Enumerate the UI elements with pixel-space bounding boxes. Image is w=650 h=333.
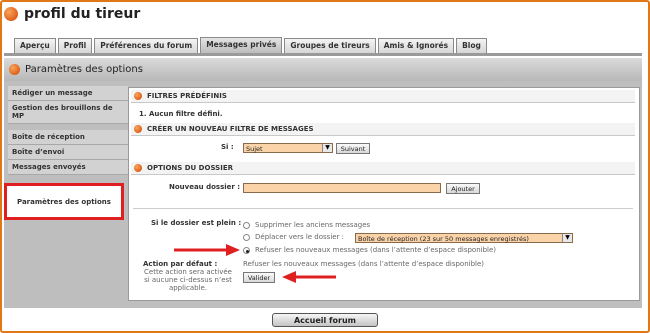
action-note-line: applicable. [168,284,208,292]
section-title: OPTIONS DU DOSSIER [147,164,233,172]
orange-bullet-icon [134,164,142,172]
new-folder-input[interactable] [243,183,441,193]
filter-condition-select[interactable]: Sujet ▼ [243,143,333,153]
tab-profil[interactable]: Profil [57,38,93,53]
red-arrow-icon [282,271,336,283]
panel-title: Paramètres des options [25,64,143,75]
section-filtres-predefinis: FILTRES PRÉDÉFINIS [131,90,635,103]
select-value: Sujet [246,145,263,153]
submit-button[interactable]: Valider [243,272,275,283]
tab-apercu[interactable]: Aperçu [14,38,56,53]
next-button[interactable]: Suivant [336,143,370,154]
action-defaut-value: Refuser les nouveaux messages (dans l’at… [243,260,485,268]
orange-bullet-icon [9,64,20,75]
divider [133,208,633,209]
tab-messages-prives[interactable]: Messages privés [200,37,283,53]
options-content: FILTRES PRÉDÉFINIS 1. Aucun filtre défin… [128,87,640,301]
tab-blog[interactable]: Blog [456,38,487,53]
sidebar-item-envoi[interactable]: Boîte d’envoi [8,145,128,160]
sidebar: Rédiger un message Gestion des brouillon… [8,86,128,175]
filter-list-item: 1. Aucun filtre défini. [139,110,223,118]
section-title: CRÉER UN NOUVEAU FILTRE DE MESSAGES [147,125,314,133]
add-folder-button[interactable]: Ajouter [446,183,480,194]
tab-preferences[interactable]: Préférences du forum [94,38,199,53]
sidebar-item-envoyes[interactable]: Messages envoyés [8,160,128,175]
folder-select[interactable]: Boîte de réception (23 sur 50 messages e… [355,233,573,243]
select-value: Boîte de réception (23 sur 50 messages e… [358,235,529,243]
section-options-dossier: OPTIONS DU DOSSIER [131,162,635,175]
orange-bullet-icon [134,92,142,100]
nouveau-dossier-label: Nouveau dossier : [169,183,241,191]
sidebar-item-label: Paramètres des options [17,198,111,206]
forum-home-button[interactable]: Accueil forum [272,313,378,327]
tab-groupes[interactable]: Groupes de tireurs [284,38,376,53]
page-header: profil du tireur [4,4,140,24]
sidebar-item-brouillons[interactable]: Gestion des brouillons de MP [8,101,128,124]
radio-deplacer[interactable] [243,234,250,241]
red-arrow-icon [174,244,240,256]
tab-underline [4,53,642,56]
chevron-down-icon: ▼ [562,234,572,242]
option-deplacer-label: Déplacer vers le dossier : [255,233,345,241]
panel-header: Paramètres des options [4,58,642,81]
radio-refuser[interactable] [243,247,250,254]
sidebar-item-rediger[interactable]: Rédiger un message [8,86,128,101]
option-supprimer-label: Supprimer les anciens messages [255,221,371,229]
page-title: profil du tireur [24,6,141,22]
chevron-down-icon: ▼ [322,144,332,152]
radio-supprimer[interactable] [243,222,250,229]
tab-amis[interactable]: Amis & Ignorés [377,38,455,53]
action-defaut-label: Action par défaut : [143,260,218,268]
option-refuser-label: Refuser les nouveaux messages (dans l’at… [255,246,497,254]
tab-bar: Aperçu Profil Préférences du forum Messa… [14,37,489,53]
dossier-plein-label: Si le dossier est plein : [151,219,242,227]
action-note-line: si aucune ci-dessus n’est [144,276,232,284]
section-nouveau-filtre: CRÉER UN NOUVEAU FILTRE DE MESSAGES [131,123,635,136]
si-label: Si : [221,143,234,151]
sidebar-item-reception[interactable]: Boîte de réception [8,130,128,145]
orange-bullet-icon [4,7,18,21]
orange-bullet-icon [134,125,142,133]
action-note-line: Cette action sera activée [144,268,232,276]
section-title: FILTRES PRÉDÉFINIS [147,92,227,100]
sidebar-item-parametres[interactable]: Paramètres des options [4,183,124,220]
